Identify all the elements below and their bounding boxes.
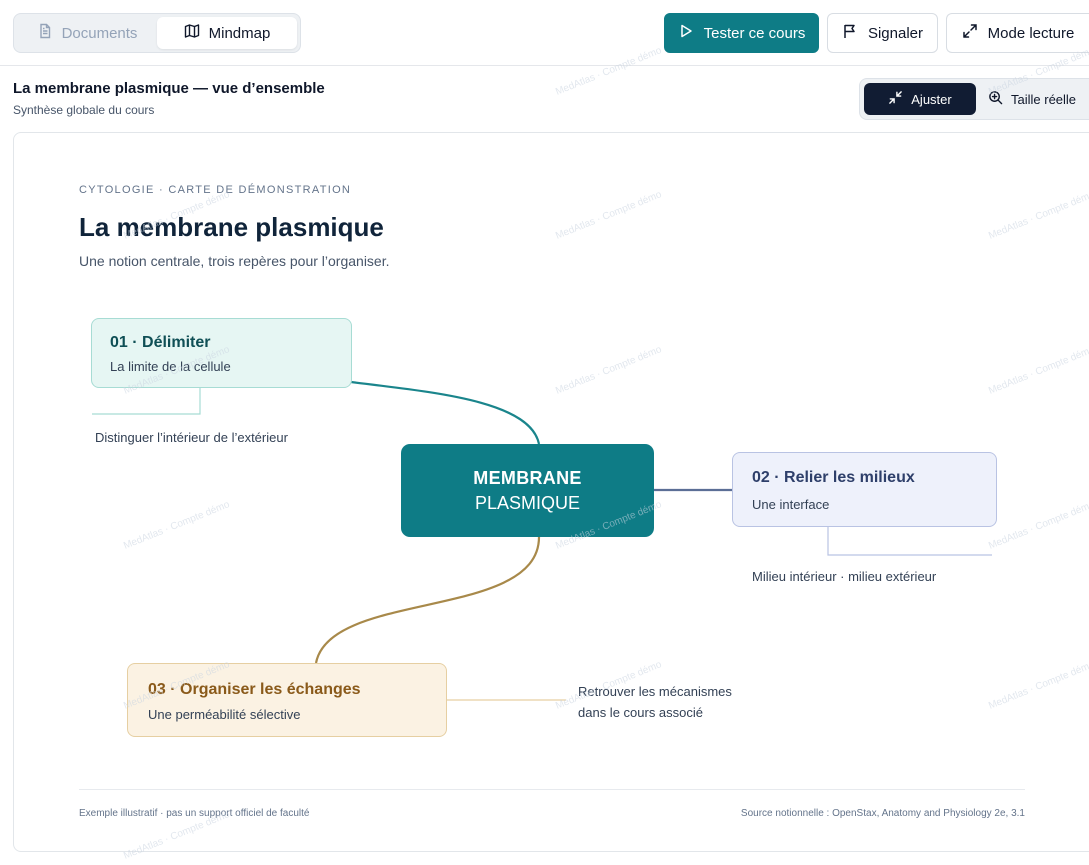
footer-source: Source notionnelle : OpenStax, Anatomy a… xyxy=(740,808,1025,819)
report-label: Signaler xyxy=(867,24,924,42)
map-subtitle: Une notion centrale, trois repères pour … xyxy=(79,253,390,269)
test-course-button[interactable]: Tester ce cours xyxy=(664,13,819,53)
branch-title: 01 · Délimiter xyxy=(110,334,211,351)
footer-divider xyxy=(79,789,1025,790)
central-node-line1: MEMBRANE xyxy=(473,468,582,488)
branch-node-delimiter[interactable]: 01 · Délimiter La limite de la cellule xyxy=(91,318,352,388)
footer-disclaimer: Exemple illustratif · pas un support off… xyxy=(79,808,310,819)
tab-mindmap-label: Mindmap xyxy=(208,24,271,42)
zoom-in-icon xyxy=(988,90,1003,108)
view-switcher: Documents Mindmap xyxy=(13,13,301,53)
branch-detail-line: Retrouver les mécanismes xyxy=(578,684,732,699)
document-icon xyxy=(37,23,53,43)
top-bar: Documents Mindmap Tester ce cours Signal… xyxy=(0,0,1089,66)
map-eyebrow: CYTOLOGIE · CARTE DE DÉMONSTRATION xyxy=(79,184,352,196)
play-icon xyxy=(678,23,694,43)
tab-documents[interactable]: Documents xyxy=(17,17,157,49)
page-subtitle: Synthèse globale du cours xyxy=(13,103,155,117)
map-title: La membrane plasmique xyxy=(79,212,384,242)
fit-button[interactable]: Ajuster xyxy=(864,83,976,115)
branch-subtitle: Une interface xyxy=(752,497,830,512)
branch-detail: Milieu intérieur · milieu extérieur xyxy=(752,569,937,584)
tab-mindmap[interactable]: Mindmap xyxy=(157,17,297,49)
report-button[interactable]: Signaler xyxy=(827,13,938,53)
branch-detail-line: dans le cours associé xyxy=(578,705,704,720)
shrink-icon xyxy=(888,90,903,108)
branch-detail: Distinguer l’intérieur de l’extérieur xyxy=(95,430,288,445)
expand-icon xyxy=(962,23,978,43)
branch-subtitle: La limite de la cellule xyxy=(110,359,231,374)
branch-subtitle: Une perméabilité sélective xyxy=(148,707,301,722)
branch-node-exchanges[interactable]: 03 · Organiser les échanges Une perméabi… xyxy=(127,663,447,737)
reading-mode-label: Mode lecture xyxy=(987,24,1075,42)
reading-mode-button[interactable]: Mode lecture xyxy=(946,13,1089,53)
branch-title: 03 · Organiser les échanges xyxy=(148,681,361,698)
actual-size-label: Taille réelle xyxy=(1011,91,1077,107)
map-icon xyxy=(184,23,200,43)
actual-size-button[interactable]: Taille réelle xyxy=(986,83,1089,115)
branch-title: 02 · Relier les milieux xyxy=(752,469,915,486)
central-node-line2: PLASMIQUE xyxy=(474,493,581,513)
zoom-controls: Ajuster Taille réelle xyxy=(859,78,1089,120)
flag-icon xyxy=(842,23,858,43)
fit-label: Ajuster xyxy=(911,91,952,107)
central-node[interactable]: MEMBRANE PLASMIQUE xyxy=(401,444,654,537)
tab-documents-label: Documents xyxy=(61,24,138,42)
page-title: La membrane plasmique — vue d’ensemble xyxy=(13,80,325,97)
branch-detail: Retrouver les mécanismes dans le cours a… xyxy=(578,681,732,723)
test-course-label: Tester ce cours xyxy=(703,24,806,42)
branch-node-connect[interactable]: 02 · Relier les milieux Une interface xyxy=(732,452,997,527)
